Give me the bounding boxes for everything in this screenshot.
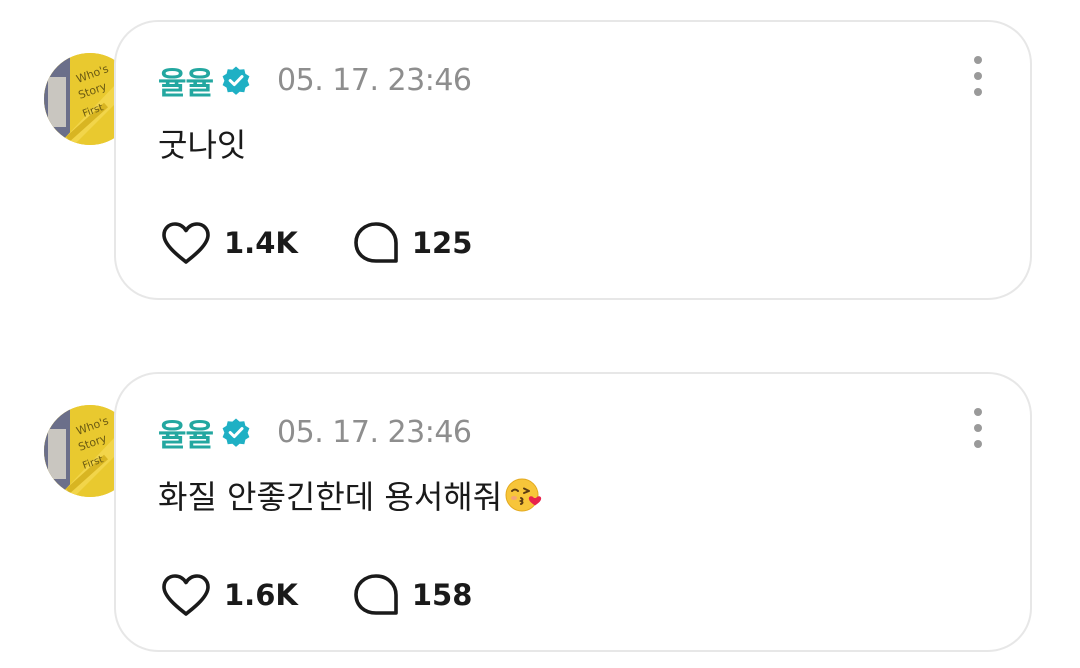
post-header: 율율 05. 17. 23:46 xyxy=(158,58,472,102)
feed: Who's Story First 율율 05. 17. 23:46 굿나잇 1… xyxy=(0,0,1080,668)
post-actions: 1.4K 125 xyxy=(160,220,472,266)
post-actions: 1.6K 158 xyxy=(160,572,472,618)
comment-bubble-icon xyxy=(354,574,398,615)
more-options-icon[interactable] xyxy=(966,408,990,448)
reply-count: 158 xyxy=(411,578,473,612)
post-item: Who's Story First 율율 05. 17. 23:46 화질 안좋… xyxy=(0,372,1080,654)
post-text-body: 굿나잇 xyxy=(158,126,247,164)
heart-icon xyxy=(162,222,210,264)
timestamp: 05. 17. 23:46 xyxy=(277,414,472,450)
post-item: Who's Story First 율율 05. 17. 23:46 굿나잇 1… xyxy=(0,20,1080,302)
reply-button[interactable]: 125 xyxy=(352,220,473,266)
post-header: 율율 05. 17. 23:46 xyxy=(158,410,472,454)
more-options-icon[interactable] xyxy=(966,56,990,96)
comment-bubble-icon xyxy=(354,222,398,263)
like-count: 1.6K xyxy=(224,578,298,612)
heart-icon xyxy=(162,574,210,616)
post-text: 화질 안좋긴한데 용서해줘 xyxy=(158,472,542,518)
like-button[interactable]: 1.6K xyxy=(160,572,298,618)
verified-badge-icon xyxy=(222,418,250,447)
like-button[interactable]: 1.4K xyxy=(160,220,298,266)
like-count: 1.4K xyxy=(224,226,298,260)
username[interactable]: 율율 xyxy=(158,58,214,103)
post-text-body: 화질 안좋긴한데 용서해줘 xyxy=(158,478,503,516)
kissing-face-with-heart-icon xyxy=(505,478,542,512)
username[interactable]: 율율 xyxy=(158,410,214,455)
reply-button[interactable]: 158 xyxy=(352,572,473,618)
post-text: 굿나잇 xyxy=(158,120,246,166)
verified-badge-icon xyxy=(222,66,250,95)
timestamp: 05. 17. 23:46 xyxy=(277,62,472,98)
reply-count: 125 xyxy=(411,226,473,260)
